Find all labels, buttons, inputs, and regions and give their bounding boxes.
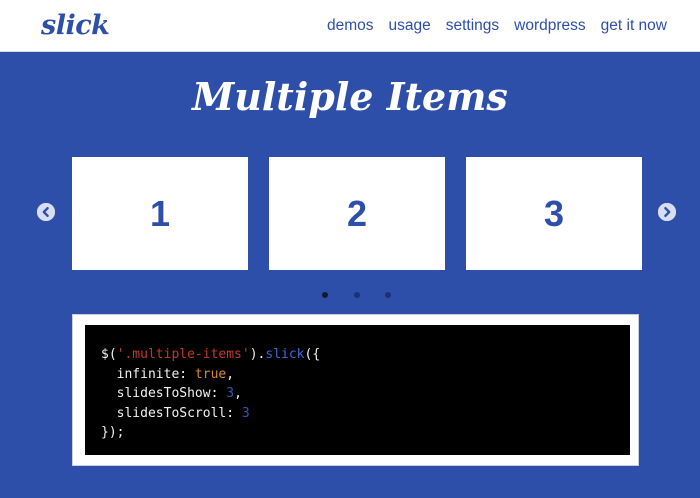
carousel-dot-3[interactable]: [385, 292, 391, 298]
chevron-right-icon: [658, 203, 676, 221]
slide-number: 2: [346, 192, 368, 234]
carousel-prev-button[interactable]: [37, 203, 55, 221]
nav-link-demos[interactable]: demos: [327, 17, 374, 35]
nav-link-get-it-now[interactable]: get it now: [601, 17, 667, 35]
code-line-1: $('.multiple-items').slick({: [101, 347, 321, 362]
carousel-slide[interactable]: 1: [72, 157, 248, 270]
carousel-dot-1[interactable]: [322, 292, 328, 298]
slide-number: 3: [543, 192, 565, 234]
code-line-3: slidesToShow: 3,: [101, 386, 242, 401]
chevron-left-icon: [37, 203, 55, 221]
nav-link-settings[interactable]: settings: [446, 17, 499, 35]
main-nav: demos usage settings wordpress get it no…: [327, 17, 667, 35]
slide-number: 1: [149, 192, 171, 234]
nav-link-usage[interactable]: usage: [388, 17, 430, 35]
carousel-dot-2[interactable]: [354, 292, 360, 298]
slick-logo[interactable]: slick: [41, 10, 110, 41]
code-line-5: });: [101, 425, 125, 440]
code-block: $('.multiple-items').slick({ infinite: t…: [85, 325, 630, 455]
carousel-dots: [318, 292, 398, 300]
nav-link-wordpress[interactable]: wordpress: [514, 17, 586, 35]
code-example-frame: $('.multiple-items').slick({ infinite: t…: [72, 314, 639, 466]
code-line-4: slidesToScroll: 3: [101, 405, 250, 421]
carousel-slide[interactable]: 3: [466, 157, 642, 270]
top-navbar: slick demos usage settings wordpress get…: [0, 0, 700, 52]
carousel-next-button[interactable]: [658, 203, 676, 221]
code-line-2: infinite: true,: [101, 366, 235, 382]
section-title: Multiple Items: [192, 74, 508, 119]
carousel-slide[interactable]: 2: [269, 157, 445, 270]
